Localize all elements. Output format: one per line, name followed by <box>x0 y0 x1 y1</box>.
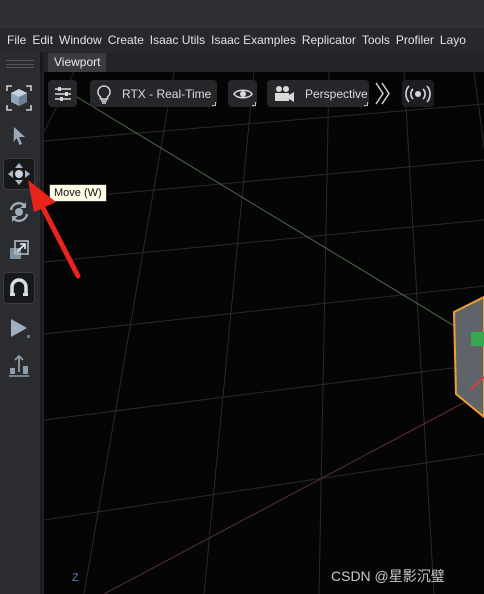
viewport-grid <box>44 72 484 594</box>
render-mode-label: RTX - Real-Time <box>122 86 212 101</box>
menu-edit[interactable]: Edit <box>29 28 56 52</box>
broadcast-button[interactable] <box>402 80 434 107</box>
menu-layout[interactable]: Layo <box>437 28 469 52</box>
viewport-settings-button[interactable] <box>48 80 77 107</box>
play-button[interactable] <box>3 312 35 344</box>
menu-tools[interactable]: Tools <box>359 28 393 52</box>
viewport-canvas[interactable]: RTX - Real-Time Perspective Z <box>44 72 484 594</box>
render-mode-button[interactable]: RTX - Real-Time <box>90 80 217 107</box>
selected-cube[interactable] <box>452 295 484 419</box>
toolbar-grip-handle[interactable] <box>6 60 34 68</box>
menu-file[interactable]: File <box>4 28 29 52</box>
select-mode-icon <box>6 85 32 111</box>
physics-tools-icon <box>9 354 29 377</box>
menu-isaac-utils[interactable]: Isaac Utils <box>147 28 208 52</box>
annotation-arrow <box>28 180 81 279</box>
sliders-icon <box>54 86 71 101</box>
visibility-button[interactable] <box>228 80 257 107</box>
lightbulb-icon <box>97 84 111 104</box>
camera-icon <box>275 85 294 102</box>
dropdown-indicator <box>252 102 256 106</box>
select-pointer-icon <box>13 127 25 145</box>
viewport-tab-bar: Viewport <box>44 52 484 72</box>
menu-isaac-examples[interactable]: Isaac Examples <box>208 28 299 52</box>
tab-viewport[interactable]: Viewport <box>48 53 107 72</box>
menu-bar: File Edit Window Create Isaac Utils Isaa… <box>0 28 484 52</box>
left-toolbar <box>0 52 42 594</box>
axis-z-label: Z <box>72 572 79 584</box>
camera-label: Perspective <box>305 86 368 101</box>
dropdown-indicator <box>212 102 216 106</box>
title-bar <box>0 0 484 28</box>
physics-tools-button[interactable] <box>3 350 35 382</box>
play-icon <box>11 319 30 338</box>
menu-window[interactable]: Window <box>56 28 105 52</box>
select-mode-button[interactable] <box>3 82 35 114</box>
broadcast-icon <box>405 84 431 103</box>
menu-profiler[interactable]: Profiler <box>393 28 437 52</box>
menu-replicator[interactable]: Replicator <box>299 28 359 52</box>
eye-icon <box>232 89 253 98</box>
camera-button[interactable]: Perspective <box>267 80 369 107</box>
menu-create[interactable]: Create <box>105 28 147 52</box>
watermark-text: CSDN @星影沉璧 <box>331 568 445 584</box>
dropdown-indicator <box>364 102 368 106</box>
select-pointer-button[interactable] <box>3 120 35 152</box>
expand-chevron-icon[interactable] <box>374 81 392 106</box>
